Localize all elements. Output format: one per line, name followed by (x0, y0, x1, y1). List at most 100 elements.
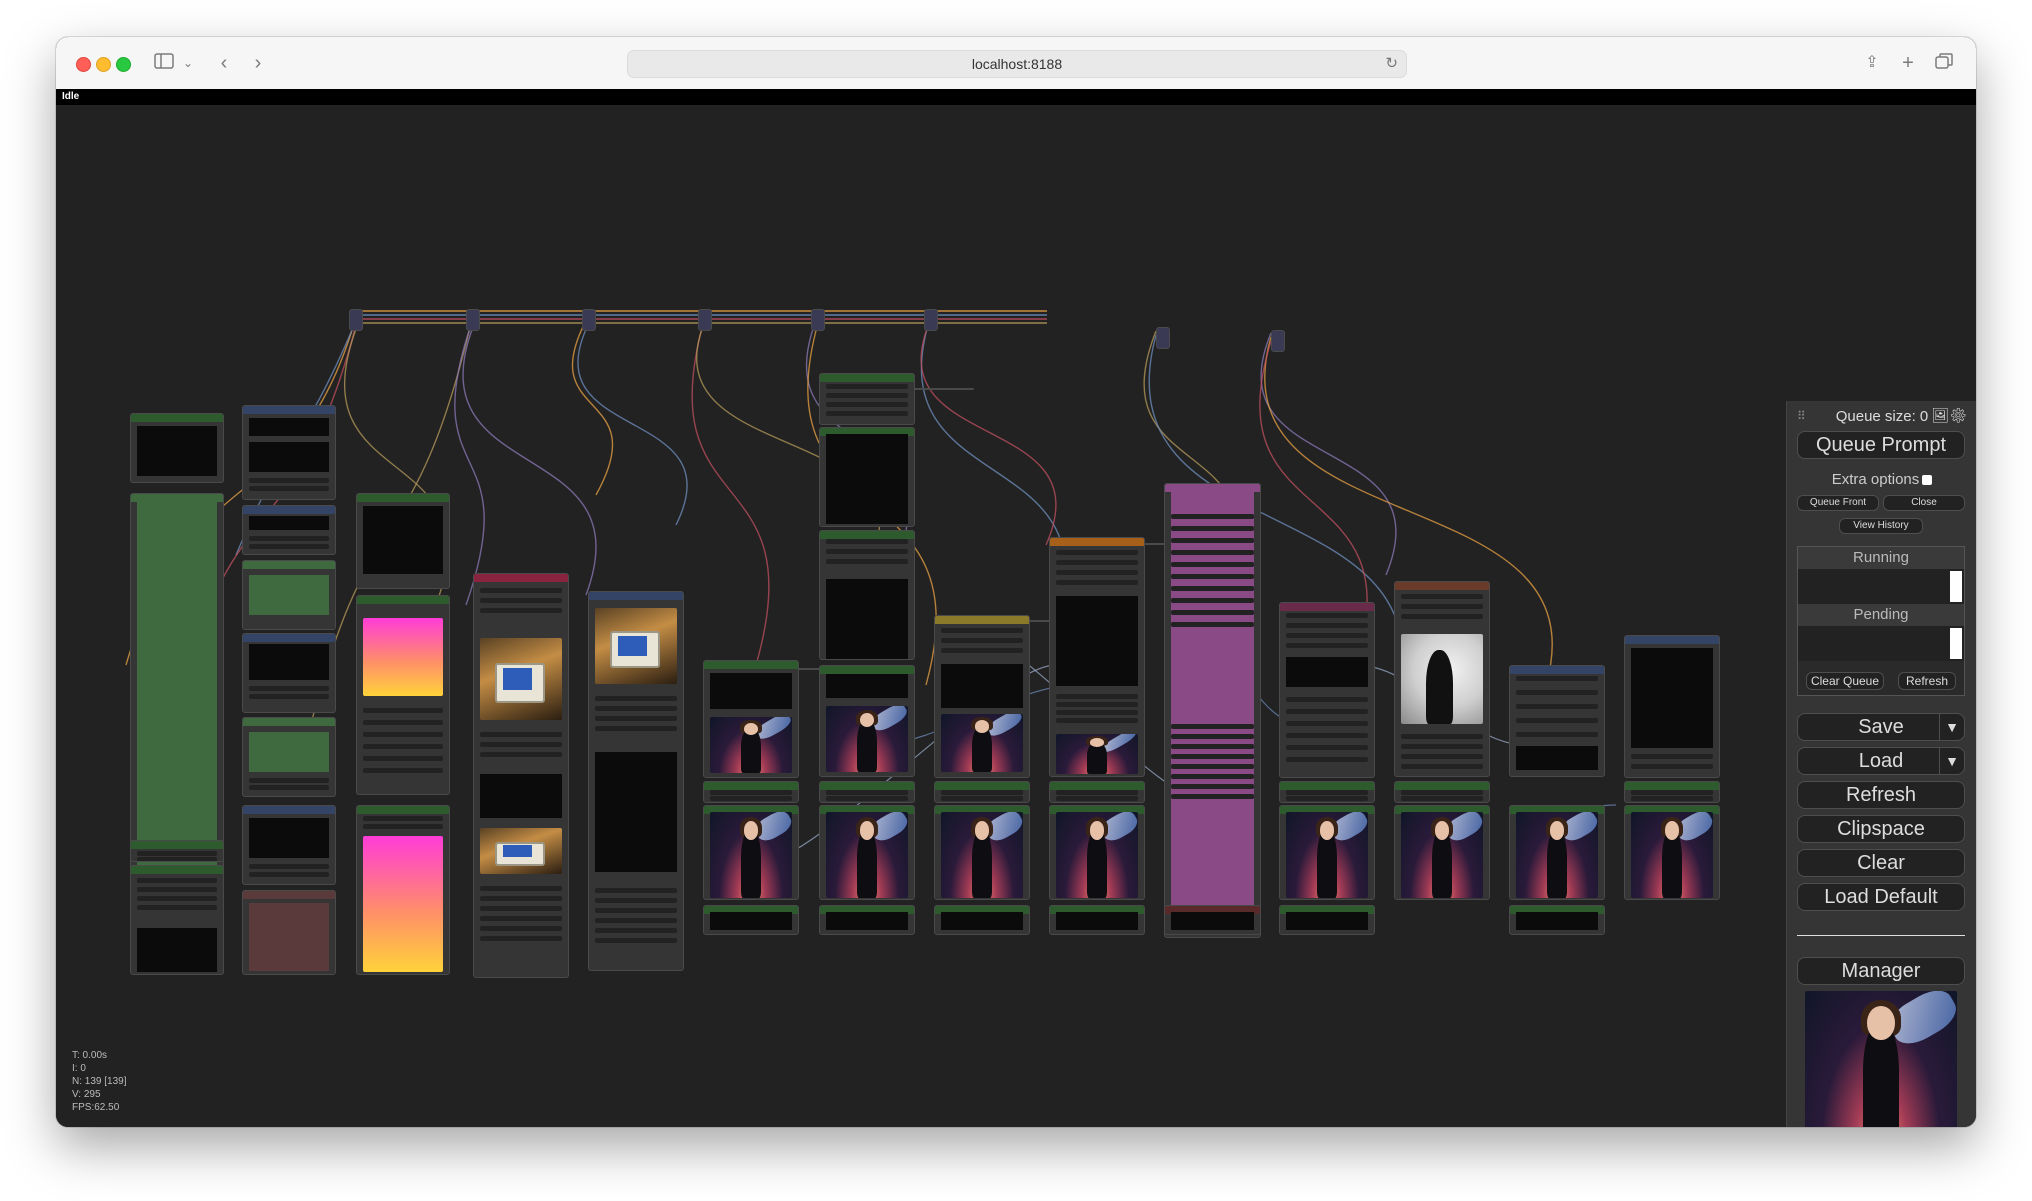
node-widget[interactable] (1286, 613, 1368, 618)
node-widget[interactable] (1171, 562, 1254, 567)
node-widget[interactable] (1401, 734, 1483, 739)
node-widget[interactable] (1286, 721, 1368, 726)
node-widget[interactable] (941, 648, 1023, 653)
node-widget[interactable] (137, 851, 217, 856)
node-widget[interactable] (826, 393, 908, 398)
node-widget[interactable] (941, 790, 1023, 795)
node-widget[interactable] (595, 898, 677, 903)
node-widget[interactable] (1171, 734, 1254, 739)
output-preview-image[interactable] (1805, 991, 1957, 1127)
node-widget[interactable] (480, 598, 562, 603)
node-widget[interactable] (249, 686, 329, 691)
generated-image[interactable] (710, 717, 792, 773)
node-widget[interactable] (1516, 676, 1598, 681)
graph-node[interactable] (819, 905, 915, 935)
node-widget[interactable] (249, 536, 329, 541)
node-widget[interactable] (1171, 574, 1254, 579)
graph-node[interactable] (934, 781, 1030, 803)
graph-node[interactable] (819, 781, 915, 803)
minimize-window-button[interactable] (96, 57, 111, 72)
graph-node[interactable] (934, 615, 1030, 778)
graph-node[interactable] (1279, 805, 1375, 900)
generated-image[interactable] (826, 706, 908, 772)
generated-image[interactable] (941, 714, 1023, 772)
graph-node[interactable] (242, 505, 336, 555)
graph-node[interactable] (1049, 781, 1145, 803)
node-header[interactable] (357, 806, 449, 814)
node-widget[interactable] (480, 608, 562, 613)
node-widget[interactable] (826, 559, 908, 564)
load-dropdown-arrow[interactable]: ▼ (1939, 748, 1964, 774)
node-widget[interactable] (1171, 794, 1254, 799)
node-widget[interactable] (1401, 594, 1483, 599)
node-header[interactable] (131, 866, 223, 874)
node-header[interactable] (357, 596, 449, 604)
node-graph-canvas[interactable]: T: 0.00s I: 0 N: 139 [139] V: 295 FPS:62… (56, 105, 1976, 1127)
graph-node[interactable] (934, 905, 1030, 935)
extra-options-checkbox[interactable] (1922, 475, 1933, 486)
node-widget[interactable] (826, 411, 908, 416)
node-header[interactable] (820, 782, 914, 790)
node-widget[interactable] (1171, 538, 1254, 543)
graph-node[interactable] (1509, 805, 1605, 900)
refresh-button[interactable]: Refresh (1797, 781, 1965, 809)
node-widget[interactable] (1171, 784, 1254, 789)
node-widget[interactable] (1056, 790, 1138, 795)
graph-node[interactable] (356, 595, 450, 795)
node-widget[interactable] (595, 928, 677, 933)
reroute-node[interactable] (924, 309, 938, 331)
node-widget[interactable] (595, 726, 677, 731)
queue-prompt-button[interactable]: Queue Prompt (1797, 431, 1965, 459)
graph-node[interactable] (1509, 665, 1605, 777)
node-widget[interactable] (249, 486, 329, 491)
reroute-node[interactable] (1156, 327, 1170, 349)
node-header[interactable] (243, 561, 335, 569)
share-icon[interactable]: ⇪ (1862, 50, 1882, 76)
node-widget[interactable] (1171, 744, 1254, 749)
generated-image[interactable] (826, 812, 908, 898)
close-button[interactable]: Close (1883, 495, 1965, 511)
node-widget[interactable] (480, 752, 562, 757)
node-widget[interactable] (1171, 622, 1254, 627)
graph-node[interactable] (1049, 537, 1145, 777)
graph-node[interactable] (819, 427, 915, 527)
node-widget[interactable] (363, 732, 443, 737)
node-header[interactable] (243, 506, 335, 514)
scrollbar[interactable] (1950, 571, 1962, 602)
silhouette-image[interactable] (1401, 634, 1483, 724)
node-widget[interactable] (826, 796, 908, 801)
node-widget[interactable] (1056, 702, 1138, 707)
node-widget[interactable] (1056, 580, 1138, 585)
node-widget[interactable] (1171, 764, 1254, 769)
node-widget[interactable] (480, 588, 562, 593)
node-widget[interactable] (710, 796, 792, 801)
node-widget[interactable] (137, 887, 217, 892)
forward-icon[interactable]: › (248, 50, 268, 76)
computer-image[interactable] (480, 828, 562, 874)
zoom-window-button[interactable] (116, 57, 131, 72)
node-header[interactable] (243, 634, 335, 642)
node-widget[interactable] (1171, 724, 1254, 729)
chevron-down-icon[interactable]: ⌄ (181, 50, 195, 76)
address-bar[interactable]: localhost:8188 ↻ (627, 50, 1407, 78)
node-header[interactable] (704, 782, 798, 790)
graph-node[interactable] (934, 805, 1030, 900)
node-widget[interactable] (941, 796, 1023, 801)
node-header[interactable] (1280, 782, 1374, 790)
node-widget[interactable] (1171, 754, 1254, 759)
node-widget[interactable] (1286, 757, 1368, 762)
graph-node[interactable] (1624, 635, 1720, 778)
node-widget[interactable] (1401, 796, 1483, 801)
node-widget[interactable] (595, 706, 677, 711)
graph-node[interactable] (819, 373, 915, 425)
node-header[interactable] (1625, 636, 1719, 644)
graph-node[interactable] (1049, 905, 1145, 935)
graph-node[interactable] (242, 560, 336, 630)
node-header[interactable] (243, 806, 335, 814)
node-widget[interactable] (249, 778, 329, 783)
node-widget[interactable] (363, 708, 443, 713)
node-widget[interactable] (249, 694, 329, 699)
gear-icon[interactable]: ⚙ (1949, 407, 1967, 423)
graph-node[interactable] (1279, 781, 1375, 803)
reroute-node[interactable] (811, 309, 825, 331)
